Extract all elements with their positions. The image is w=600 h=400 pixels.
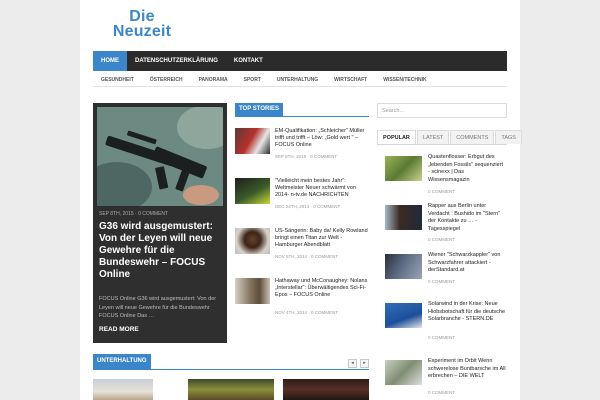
nav-kontakt[interactable]: KONTAKT — [226, 51, 271, 71]
featured-article: SEP 8TH, 2015 · 0 COMMENT G36 wird ausge… — [93, 103, 227, 343]
popular-title[interactable]: Quastenflosser: Erbgut des „lebenden Fos… — [428, 154, 506, 184]
story-thumbnail[interactable] — [235, 178, 270, 204]
tab-latest[interactable]: LATEST — [416, 130, 450, 144]
popular-thumbnail[interactable] — [385, 254, 422, 279]
popular-title[interactable]: Wiener "Schwarzkappler" von Schwarzfahre… — [428, 252, 506, 275]
search-input[interactable] — [377, 103, 507, 118]
popular-title[interactable]: Experiment im Orbit Wenn schwerelose Bun… — [428, 358, 506, 381]
story-item[interactable]: EM-Qualifikation: „Schleicher" Müller tr… — [235, 128, 369, 168]
popular-item[interactable]: Experiment im Orbit Wenn schwerelose Bun… — [385, 358, 507, 398]
top-stories-heading: TOP STORIES — [235, 103, 284, 116]
story-title[interactable]: "Vielleicht mein bestes Jahr": Weltmeist… — [275, 178, 371, 199]
category-sport[interactable]: SPORT — [236, 73, 269, 86]
category-oesterreich[interactable]: ÖSTERREICH — [142, 73, 191, 86]
story-title[interactable]: US-Sängerin: Baby da! Kelly Rowland brin… — [275, 228, 371, 249]
story-meta: SEP 8TH, 2015 · 0 COMMENT — [275, 154, 338, 159]
popular-item[interactable]: Quastenflosser: Erbgut des „lebenden Fos… — [385, 154, 507, 194]
logo-line-2: Neuzeit — [112, 23, 172, 40]
story-thumbnail[interactable] — [235, 228, 270, 254]
popular-thumbnail[interactable] — [385, 360, 422, 385]
unterhaltung-divider — [93, 369, 369, 370]
popular-thumbnail[interactable] — [385, 156, 422, 181]
category-wirtschaft[interactable]: WIRTSCHAFT — [326, 73, 375, 86]
category-panorama[interactable]: PANORAMA — [191, 73, 236, 86]
unterhaltung-thumbnail[interactable] — [283, 379, 369, 400]
featured-meta: SEP 8TH, 2015 · 0 COMMENT — [99, 211, 169, 217]
story-thumbnail[interactable] — [235, 128, 270, 154]
popular-item[interactable]: Wiener "Schwarzkappler" von Schwarzfahre… — [385, 252, 507, 292]
top-stories-divider — [235, 116, 369, 117]
popular-thumbnail[interactable] — [385, 205, 422, 230]
story-item[interactable]: "Vielleicht mein bestes Jahr": Weltmeist… — [235, 178, 369, 218]
category-unterhaltung[interactable]: UNTERHALTUNG — [269, 73, 326, 86]
category-navigation: GESUNDHEIT ÖSTERREICH PANORAMA SPORT UNT… — [93, 73, 507, 87]
unterhaltung-thumbnail[interactable] — [188, 379, 274, 400]
popular-comments: 0 COMMENT — [428, 390, 455, 395]
popular-title[interactable]: Rapper aus Berlin unter Verdacht : Bushi… — [428, 203, 506, 233]
category-gesundheit[interactable]: GESUNDHEIT — [93, 73, 142, 86]
popular-item[interactable]: Solarwind in der Krise: Neue Hiobsbotsch… — [385, 301, 507, 341]
tab-tags[interactable]: TAGS — [495, 130, 522, 144]
tab-comments[interactable]: COMMENTS — [450, 130, 495, 144]
popular-item[interactable]: Rapper aus Berlin unter Verdacht : Bushi… — [385, 203, 507, 243]
carousel-next-button[interactable]: ▸ — [360, 359, 369, 368]
popular-comments: 0 COMMENT — [428, 279, 455, 284]
featured-excerpt: FOCUS Online G36 wird ausgemustert: Von … — [99, 296, 217, 319]
featured-image[interactable] — [97, 107, 223, 206]
page: Die Neuzeit HOME DATENSCHUTZERKLÄRUNG KO… — [80, 0, 522, 400]
nav-home[interactable]: HOME — [93, 51, 127, 71]
story-item[interactable]: Hathaway und McConaughey: Nolans „Inters… — [235, 278, 369, 318]
featured-title[interactable]: G36 wird ausgemustert: Von der Leyen wil… — [99, 221, 223, 281]
story-title[interactable]: EM-Qualifikation: „Schleicher" Müller tr… — [275, 128, 371, 149]
unterhaltung-thumbnail[interactable] — [93, 379, 153, 400]
story-meta: DEC 24TH, 2014 · 0 COMMENT — [275, 204, 341, 209]
nav-datenschutz[interactable]: DATENSCHUTZERKLÄRUNG — [127, 51, 226, 71]
popular-thumbnail[interactable] — [385, 303, 422, 328]
popular-title[interactable]: Solarwind in der Krise: Neue Hiobsbotsch… — [428, 301, 506, 324]
popular-comments: 0 COMMENT — [428, 335, 455, 340]
popular-comments: 0 COMMENT — [428, 189, 455, 194]
popular-comments: 0 COMMENT — [428, 237, 455, 242]
main-navigation: HOME DATENSCHUTZERKLÄRUNG KONTAKT — [93, 51, 507, 71]
story-meta: NOV 5TH, 2014 · 0 COMMENT — [275, 254, 339, 259]
site-logo[interactable]: Die Neuzeit — [112, 8, 172, 40]
read-more-link[interactable]: READ MORE — [99, 326, 139, 333]
rifle-image — [97, 107, 223, 206]
story-item[interactable]: US-Sängerin: Baby da! Kelly Rowland brin… — [235, 228, 369, 268]
carousel-prev-button[interactable]: ◂ — [348, 359, 357, 368]
story-thumbnail[interactable] — [235, 278, 270, 304]
category-wissen-technik[interactable]: WISSEN/TECHNIK — [375, 73, 434, 86]
story-title[interactable]: Hathaway und McConaughey: Nolans „Inters… — [275, 278, 371, 299]
story-meta: NOV 4TH, 2014 · 0 COMMENT — [275, 310, 339, 315]
logo-line-1: Die — [129, 8, 155, 25]
sidebar-tabs: POPULAR LATEST COMMENTS TAGS — [377, 130, 522, 145]
unterhaltung-heading: UNTERHALTUNG — [93, 354, 151, 369]
tab-popular[interactable]: POPULAR — [377, 130, 416, 144]
